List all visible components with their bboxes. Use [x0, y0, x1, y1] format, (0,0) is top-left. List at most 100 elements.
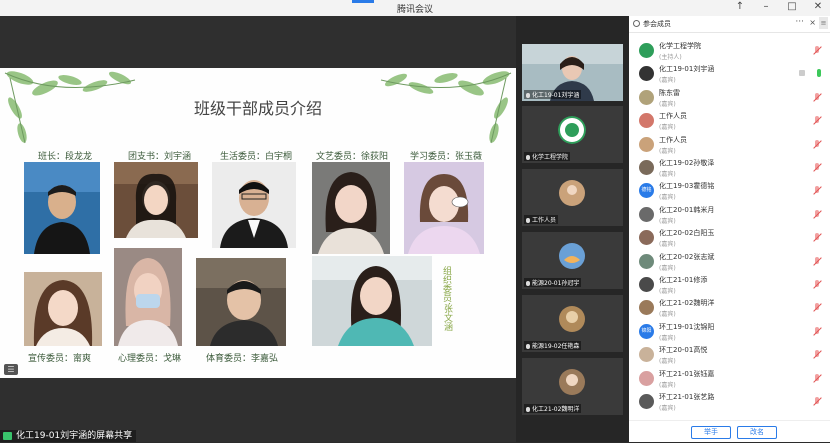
participant-role: (嘉宾) [659, 405, 676, 412]
mic-muted-icon[interactable] [813, 139, 821, 149]
participant-name: 陈东雷 [659, 88, 680, 97]
mic-muted-icon[interactable] [813, 186, 821, 195]
participant-row[interactable]: 工作人员 (嘉宾) [637, 134, 827, 156]
participant-row[interactable]: 德铭 化工19-03霍德铭 (嘉宾) [637, 180, 827, 202]
video-tile[interactable]: 能源19-02任艳森 [522, 295, 623, 352]
screen-share-label: 化工19-01刘宇涵的屏幕共享 [0, 430, 137, 442]
caption-study-committee: 学习委员：张玉薇 [410, 152, 483, 162]
participant-row[interactable]: 环工21-01张艺路 (嘉宾) [637, 391, 827, 413]
caption-publicity-committee: 宣传委员：甯爽 [28, 354, 92, 364]
participant-row[interactable]: 化工20-02张志斌 (嘉宾) [637, 251, 827, 273]
mic-muted-icon[interactable] [813, 116, 821, 125]
more-options-icon[interactable]: ··· [795, 17, 804, 27]
video-tile[interactable]: 化学工程学院 [522, 106, 623, 163]
mic-muted-icon[interactable] [813, 209, 821, 219]
participant-avatar [639, 89, 654, 105]
caption-life-committee: 生活委员：白宇桐 [220, 152, 293, 162]
participant-row[interactable]: 化工21-02魏明洋 (嘉宾) [637, 297, 827, 319]
raise-hand-button[interactable]: 举手 [691, 426, 731, 439]
participant-row[interactable]: 化工19-01刘宇涵 (嘉宾) [637, 63, 827, 85]
participant-avatar [639, 394, 654, 409]
video-tile[interactable]: 化工21-02魏明洋 [522, 358, 623, 415]
video-tile-name: 化学工程学院 [524, 152, 571, 161]
participant-row[interactable]: 化工19-02孙敬泽 (嘉宾) [637, 157, 827, 179]
participant-avatar [639, 347, 654, 363]
participants-panel-header: 参会成员 ··· × ≡ [629, 16, 830, 33]
participant-avatar [639, 160, 654, 175]
close-icon[interactable]: ✕ [812, 1, 824, 12]
participant-row[interactable]: 化工21-01修添 (嘉宾) [637, 274, 827, 296]
photo-psych-committee [114, 248, 182, 346]
mic-icon [526, 281, 530, 286]
participant-role: (嘉宾) [659, 147, 676, 155]
participant-avatar [639, 113, 654, 129]
participant-role: (嘉宾) [659, 194, 676, 202]
mic-muted-icon[interactable] [813, 373, 821, 383]
participant-row[interactable]: 化工20-02白阳玉 (嘉宾) [637, 227, 827, 249]
participant-role: (嘉宾) [659, 381, 676, 389]
participant-row[interactable]: 环工20-01高悦 (嘉宾) [637, 344, 827, 366]
participant-role: (嘉宾) [659, 171, 676, 178]
mic-muted-icon[interactable] [813, 92, 821, 102]
participant-name: 化工19-02孙敬泽 [659, 159, 715, 167]
photo-publicity-committee [24, 272, 102, 346]
participants-icon [633, 20, 640, 27]
panel-toggle-icon[interactable]: ≡ [819, 17, 828, 29]
rename-button[interactable]: 改名 [737, 426, 777, 439]
participant-role: (嘉宾) [659, 77, 676, 85]
caption-monitor: 班长：段龙龙 [38, 152, 93, 162]
caption-sports-committee: 体育委员：李嘉弘 [206, 354, 279, 364]
video-tile[interactable]: 化工19-01刘宇涵 [522, 44, 623, 101]
photo-life-committee [212, 162, 296, 248]
participant-name: 化工21-01修添 [659, 276, 708, 284]
participant-avatar [639, 43, 654, 58]
video-tile[interactable]: 工作人员 [522, 169, 623, 226]
close-panel-icon[interactable]: × [809, 18, 816, 27]
mic-active-icon[interactable] [817, 69, 821, 78]
participant-row[interactable]: 化工20-01韩米月 (嘉宾) [637, 204, 827, 226]
mic-muted-icon[interactable] [813, 163, 821, 172]
participant-name: 工作人员 [659, 112, 687, 121]
participant-avatar [559, 306, 585, 332]
video-tile[interactable]: 能源20-01孙冠宇 [522, 232, 623, 289]
slide-title: 班级干部成员介绍 [193, 99, 322, 118]
mic-muted-icon[interactable] [813, 350, 821, 359]
participant-avatar [639, 66, 654, 82]
photo-arts-committee [312, 162, 390, 254]
mic-muted-icon[interactable] [813, 303, 821, 312]
shared-slide: 班级干部成员介绍 班长：段龙龙 团支书：刘宇涵 生活委员：白宇桐 文艺委员：徐荻… [0, 68, 516, 378]
participant-avatar [559, 180, 585, 206]
screen-share-text: 化工19-01刘宇涵的屏幕共享 [16, 431, 133, 441]
mic-muted-icon[interactable] [813, 256, 821, 266]
participant-row[interactable]: 环工21-01张钰嘉 (嘉宾) [637, 368, 827, 390]
participants-panel-title: 参会成员 [643, 20, 671, 28]
photo-league-secretary [114, 162, 198, 238]
photo-monitor [24, 162, 100, 254]
caption-organization-committee-name: 张文涵 [442, 304, 452, 331]
participant-role: (嘉宾) [659, 100, 676, 108]
mic-icon [526, 93, 530, 98]
participant-name: 工作人员 [659, 135, 687, 144]
participant-name: 化工20-02白阳玉 [659, 229, 715, 238]
mic-muted-icon[interactable] [813, 326, 821, 336]
maximize-icon[interactable]: □ [786, 1, 798, 12]
camera-icon[interactable] [799, 70, 805, 77]
mic-muted-icon[interactable] [813, 233, 821, 242]
caption-arts-committee: 文艺委员：徐荻阳 [316, 152, 389, 162]
minimize-icon[interactable]: – [760, 1, 772, 12]
mic-muted-icon[interactable] [813, 46, 821, 55]
participant-row[interactable]: 工作人员 (嘉宾) [637, 110, 827, 132]
photo-study-committee [404, 162, 484, 254]
participant-name: 化工20-02张志斌 [659, 252, 715, 261]
participant-row[interactable]: 陈东雷 (嘉宾) [637, 87, 827, 109]
participant-avatar: 德铭 [639, 183, 654, 199]
mic-muted-icon[interactable] [813, 397, 821, 406]
pin-icon[interactable]: ↑ [734, 1, 746, 12]
mic-muted-icon[interactable] [813, 280, 821, 289]
participant-row[interactable]: 化学工程学院 (主持人) [637, 40, 827, 62]
participant-name: 环工21-01张钰嘉 [659, 369, 715, 378]
participants-panel-footer: 举手 改名 [629, 420, 830, 443]
participant-row[interactable]: 锦阳 环工19-01沈锦阳 (嘉宾) [637, 321, 827, 343]
slide-menu-button[interactable]: ☰ [4, 364, 18, 375]
video-tile-name: 能源20-01孙冠宇 [524, 278, 582, 287]
